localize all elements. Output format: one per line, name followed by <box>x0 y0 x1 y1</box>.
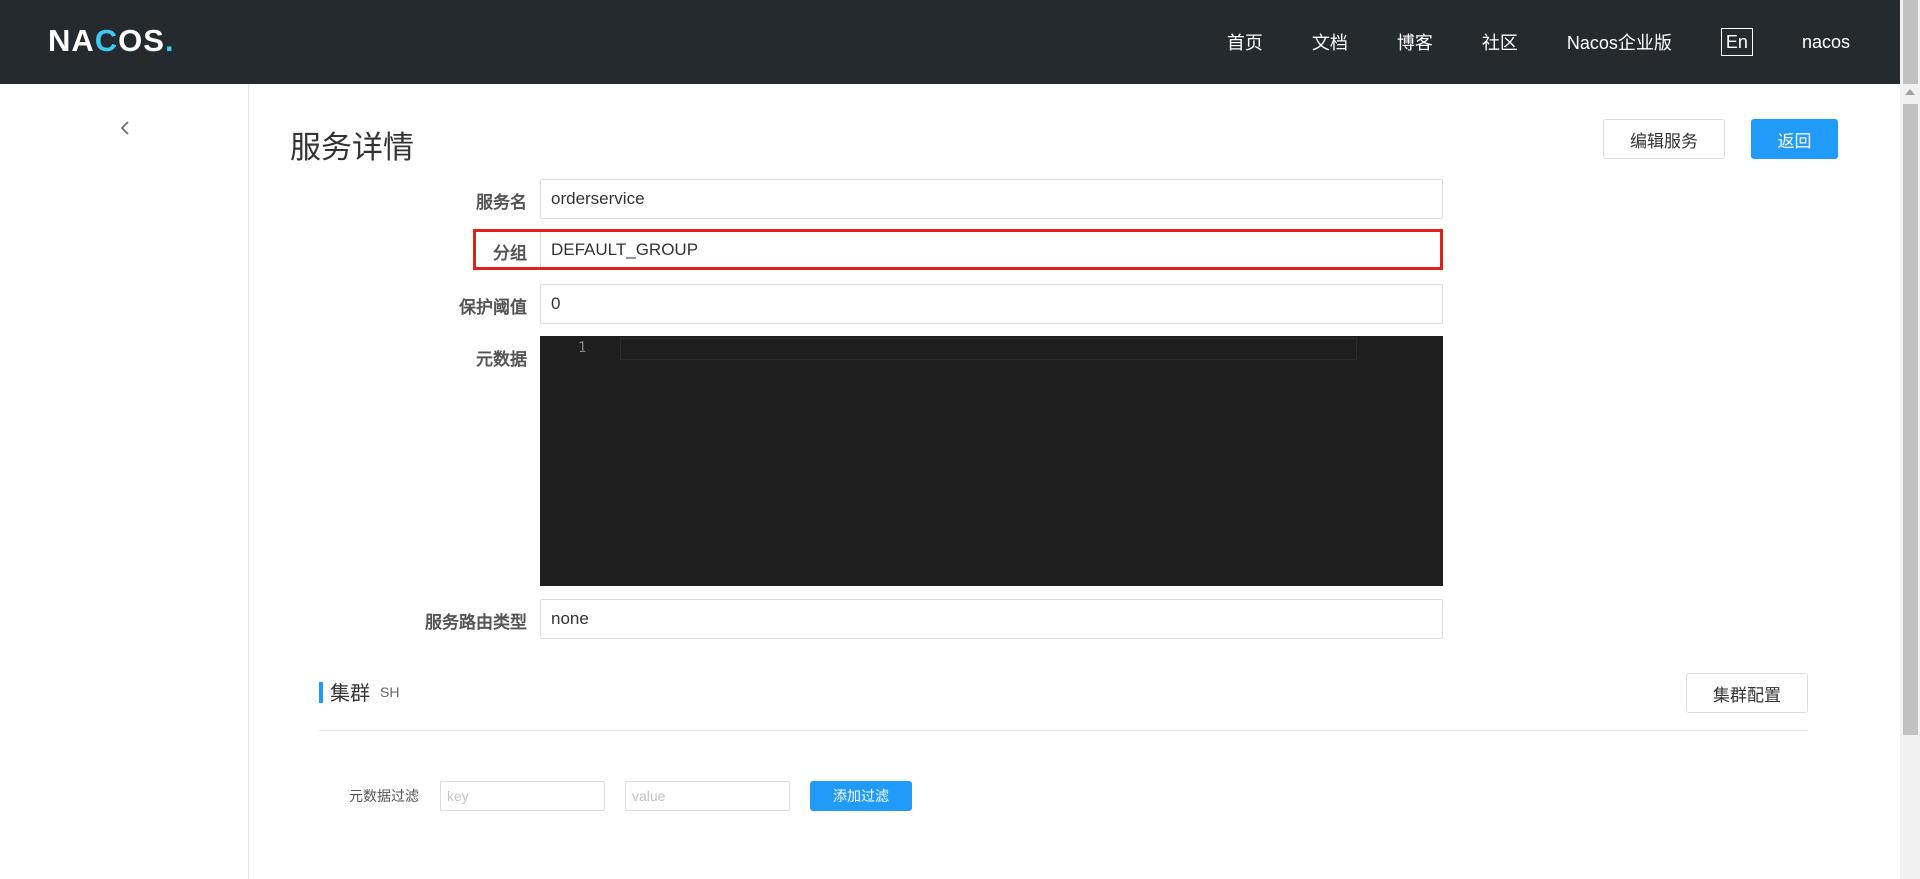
cluster-title: 集群 <box>330 681 370 705</box>
nav-community[interactable]: 社区 <box>1482 29 1518 55</box>
language-switch-button[interactable]: En <box>1720 28 1753 56</box>
chevron-left-icon[interactable] <box>115 118 135 138</box>
user-menu[interactable]: nacos <box>1802 32 1850 53</box>
metadata-label: 元数据 <box>476 350 527 370</box>
editor-current-line <box>620 338 1357 360</box>
nav-blog[interactable]: 博客 <box>1397 29 1433 55</box>
protect-threshold-label: 保护阈值 <box>459 298 527 318</box>
group-field[interactable] <box>540 230 1443 270</box>
nav-docs[interactable]: 文档 <box>1312 29 1348 55</box>
sidebar <box>0 84 249 879</box>
selector-type-field[interactable] <box>540 599 1443 639</box>
cluster-config-button[interactable]: 集群配置 <box>1686 673 1808 713</box>
group-label: 分组 <box>493 244 527 264</box>
cluster-accent-bar <box>319 682 323 703</box>
nacos-logo[interactable]: NACOS. <box>48 24 175 58</box>
top-navbar: NACOS. 首页 文档 博客 社区 Nacos企业版 En nacos <box>0 0 1920 84</box>
top-nav: 首页 文档 博客 社区 Nacos企业版 En nacos <box>1178 0 1850 84</box>
scroll-up-arrow-icon[interactable] <box>1905 89 1915 95</box>
nav-enterprise[interactable]: Nacos企业版 <box>1567 29 1672 55</box>
scrollbar-thumb[interactable] <box>1903 104 1918 735</box>
filter-key-input[interactable] <box>440 781 605 811</box>
scrollbar-top-thumb[interactable] <box>1903 0 1918 84</box>
page-title: 服务详情 <box>290 130 414 166</box>
divider <box>319 730 1808 731</box>
add-filter-button[interactable]: 添加过滤 <box>810 781 912 811</box>
metadata-editor[interactable]: 1 <box>540 336 1443 586</box>
back-button[interactable]: 返回 <box>1751 119 1838 159</box>
editor-line-number: 1 <box>578 340 587 356</box>
nav-home[interactable]: 首页 <box>1227 29 1263 55</box>
edit-service-button[interactable]: 编辑服务 <box>1603 119 1725 159</box>
filter-value-input[interactable] <box>625 781 790 811</box>
service-name-label: 服务名 <box>476 193 527 213</box>
protect-threshold-field[interactable] <box>540 284 1443 324</box>
service-name-field[interactable] <box>540 179 1443 219</box>
cluster-name: SH <box>380 684 400 700</box>
metadata-filter-label: 元数据过滤 <box>349 789 419 805</box>
selector-type-label: 服务路由类型 <box>425 613 527 633</box>
